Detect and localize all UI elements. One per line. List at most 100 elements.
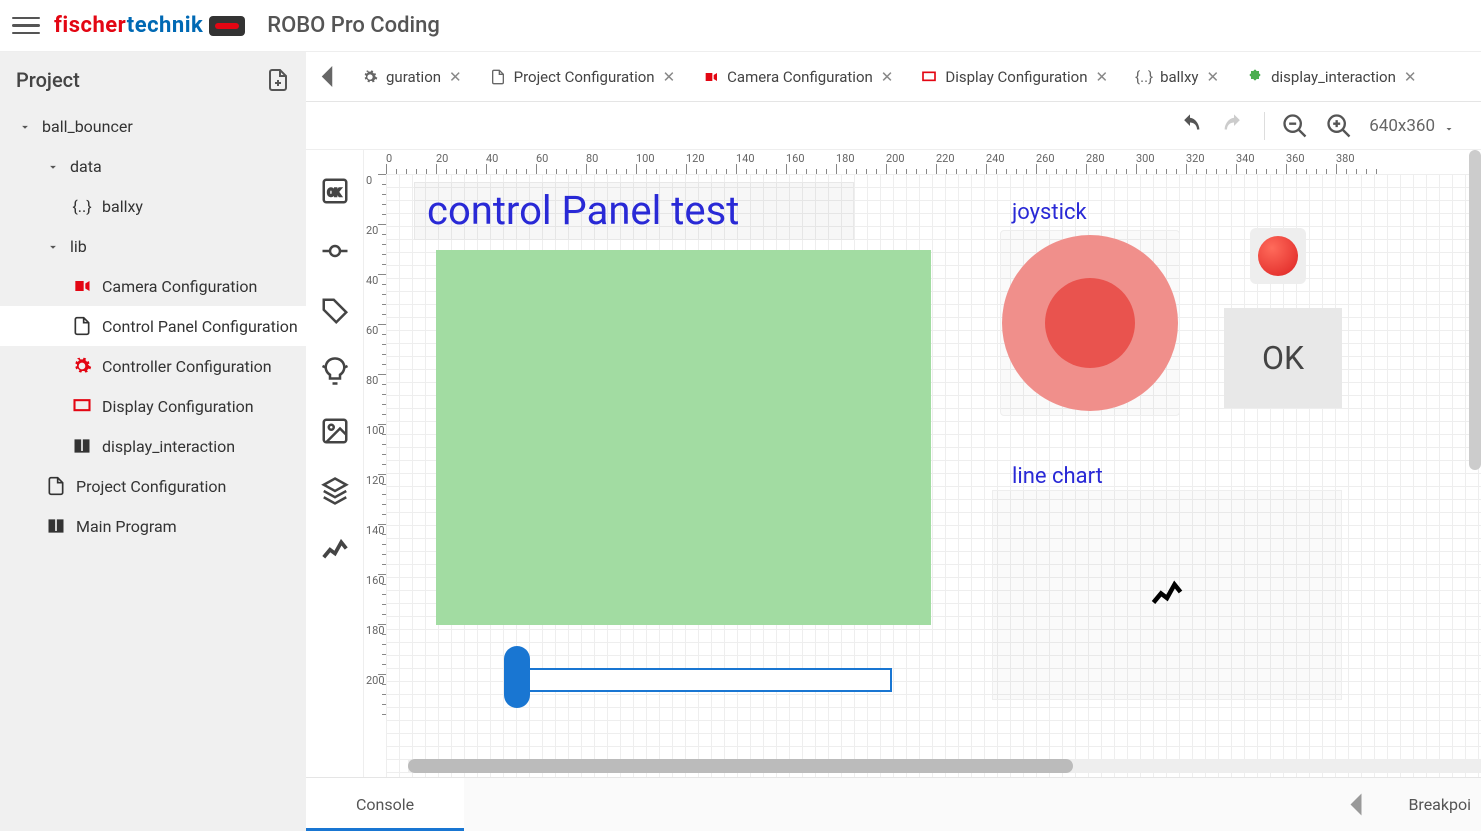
puzzle-icon	[1247, 69, 1263, 85]
tree-item-label: Control Panel Configuration	[102, 317, 298, 336]
tree-item-label: display_interaction	[102, 437, 235, 456]
menu-button[interactable]	[12, 12, 40, 40]
canvas-linechart[interactable]	[992, 490, 1342, 700]
book-icon	[46, 516, 66, 536]
tree-item[interactable]: Controller Configuration	[0, 346, 306, 386]
chevron-down-icon	[46, 239, 60, 253]
tab[interactable]: guration ✕	[348, 68, 476, 86]
tree-item-label: ballxy	[102, 197, 143, 216]
tree-folder-label: data	[70, 157, 102, 176]
tree-item[interactable]: Control Panel Configuration	[0, 306, 306, 346]
tab[interactable]: {..}ballxy✕	[1122, 68, 1233, 86]
ruler-horizontal: 0204060801001201401601802002202402602803…	[386, 150, 1481, 174]
tree-folder-data[interactable]: data	[0, 146, 306, 186]
dropdown-icon	[1443, 120, 1455, 132]
palette-bulb[interactable]	[320, 356, 350, 386]
chevron-down-icon	[18, 119, 32, 133]
canvas-joystick-label[interactable]: joystick	[1012, 200, 1087, 225]
design-canvas[interactable]: control Panel test joystick OK line char…	[386, 174, 1481, 777]
canvas-slider[interactable]	[456, 640, 966, 700]
canvas-linechart-label[interactable]: line chart	[1012, 464, 1103, 489]
tabs-scroll-left[interactable]	[306, 52, 348, 101]
redo-button[interactable]	[1220, 112, 1248, 140]
undo-button[interactable]	[1176, 112, 1204, 140]
line-chart-icon	[1144, 577, 1190, 613]
close-icon[interactable]: ✕	[1096, 68, 1109, 86]
canvas-led[interactable]	[1250, 228, 1306, 284]
tab-console[interactable]: Console	[306, 778, 464, 831]
divider	[1264, 112, 1265, 140]
zoom-in-button[interactable]	[1325, 112, 1353, 140]
canvas-scroll-horizontal[interactable]	[408, 759, 1481, 773]
tree-item[interactable]: Main Program	[0, 506, 306, 546]
tree-item[interactable]: Camera Configuration	[0, 266, 306, 306]
page-icon	[46, 476, 66, 496]
tree-item-label: Display Configuration	[102, 397, 254, 416]
tree-item[interactable]: Project Configuration	[0, 466, 306, 506]
close-icon[interactable]: ✕	[881, 68, 894, 86]
tab-label: Display Configuration	[945, 68, 1087, 86]
palette-line-chart[interactable]	[320, 536, 350, 566]
code-icon: {..}	[72, 196, 92, 216]
tree-item-label: Project Configuration	[76, 477, 226, 496]
sidebar: Project ball_bouncer data {..} ballxy li…	[0, 52, 306, 831]
tree-item[interactable]: Display Configuration	[0, 386, 306, 426]
led-icon	[1258, 236, 1298, 276]
sidebar-header: Project	[0, 62, 306, 106]
canvas-green-panel[interactable]	[436, 250, 931, 625]
close-icon[interactable]: ✕	[663, 68, 676, 86]
bottom-panel: Console Breakpoi	[306, 777, 1481, 831]
tab[interactable]: display_interaction ✕	[1233, 68, 1430, 86]
resolution-label: 640x360	[1369, 116, 1435, 136]
canvas-title-label[interactable]: control Panel test	[414, 182, 854, 240]
app-title: ROBO Pro Coding	[267, 13, 440, 38]
tab[interactable]: Display Configuration ✕	[907, 68, 1122, 86]
tab-label: Project Configuration	[514, 68, 655, 86]
tree-root[interactable]: ball_bouncer	[0, 106, 306, 146]
canvas-joystick[interactable]	[1000, 230, 1180, 416]
tab-label: guration	[386, 68, 441, 86]
sidebar-title: Project	[16, 68, 80, 92]
camera-icon	[703, 69, 719, 85]
display-icon	[921, 69, 937, 85]
tree-item-ballxy[interactable]: {..} ballxy	[0, 186, 306, 226]
ruler-vertical: 020406080100120140160180200	[364, 174, 386, 777]
tab[interactable]: Camera Configuration ✕	[689, 68, 907, 86]
resolution-select[interactable]: 640x360	[1369, 116, 1455, 136]
palette-tag[interactable]	[320, 296, 350, 326]
add-file-button[interactable]	[266, 68, 290, 92]
gear-icon	[72, 356, 92, 376]
close-icon[interactable]: ✕	[1207, 68, 1220, 86]
logo-badge-icon	[209, 16, 245, 36]
bottom-tabs-scroll-left[interactable]	[1334, 778, 1378, 831]
zoom-out-button[interactable]	[1281, 112, 1309, 140]
editor-toolbar: 640x360	[306, 102, 1481, 150]
palette-stack[interactable]	[320, 476, 350, 506]
palette-ok-box[interactable]: OK	[320, 176, 350, 206]
page-icon	[72, 316, 92, 336]
chevron-down-icon	[46, 159, 60, 173]
slider-track	[512, 668, 892, 692]
tab-label: Camera Configuration	[727, 68, 873, 86]
tab-bar: guration✕Project Configuration✕Camera Co…	[306, 52, 1481, 102]
slider-thumb[interactable]	[504, 646, 530, 708]
tab[interactable]: Project Configuration ✕	[476, 68, 690, 86]
tab-label: display_interaction	[1271, 68, 1396, 86]
code-icon: {..}	[1136, 69, 1152, 85]
close-icon[interactable]: ✕	[1404, 68, 1417, 86]
gear-icon	[362, 69, 378, 85]
tree-item-label: Camera Configuration	[102, 277, 257, 296]
tab-breakpoints[interactable]: Breakpoi	[1378, 778, 1481, 831]
tree-item[interactable]: display_interaction	[0, 426, 306, 466]
header: fischertechnik ROBO Pro Coding	[0, 0, 1481, 52]
palette-image[interactable]	[320, 416, 350, 446]
display-icon	[72, 396, 92, 416]
canvas-scroll-vertical[interactable]	[1469, 150, 1481, 470]
tree-item-label: Main Program	[76, 517, 177, 536]
tree-folder-lib[interactable]: lib	[0, 226, 306, 266]
svg-text:OK: OK	[327, 188, 341, 199]
close-icon[interactable]: ✕	[449, 68, 462, 86]
canvas-ok-button[interactable]: OK	[1224, 308, 1342, 408]
tree-item-label: Controller Configuration	[102, 357, 272, 376]
palette-node[interactable]	[320, 236, 350, 266]
